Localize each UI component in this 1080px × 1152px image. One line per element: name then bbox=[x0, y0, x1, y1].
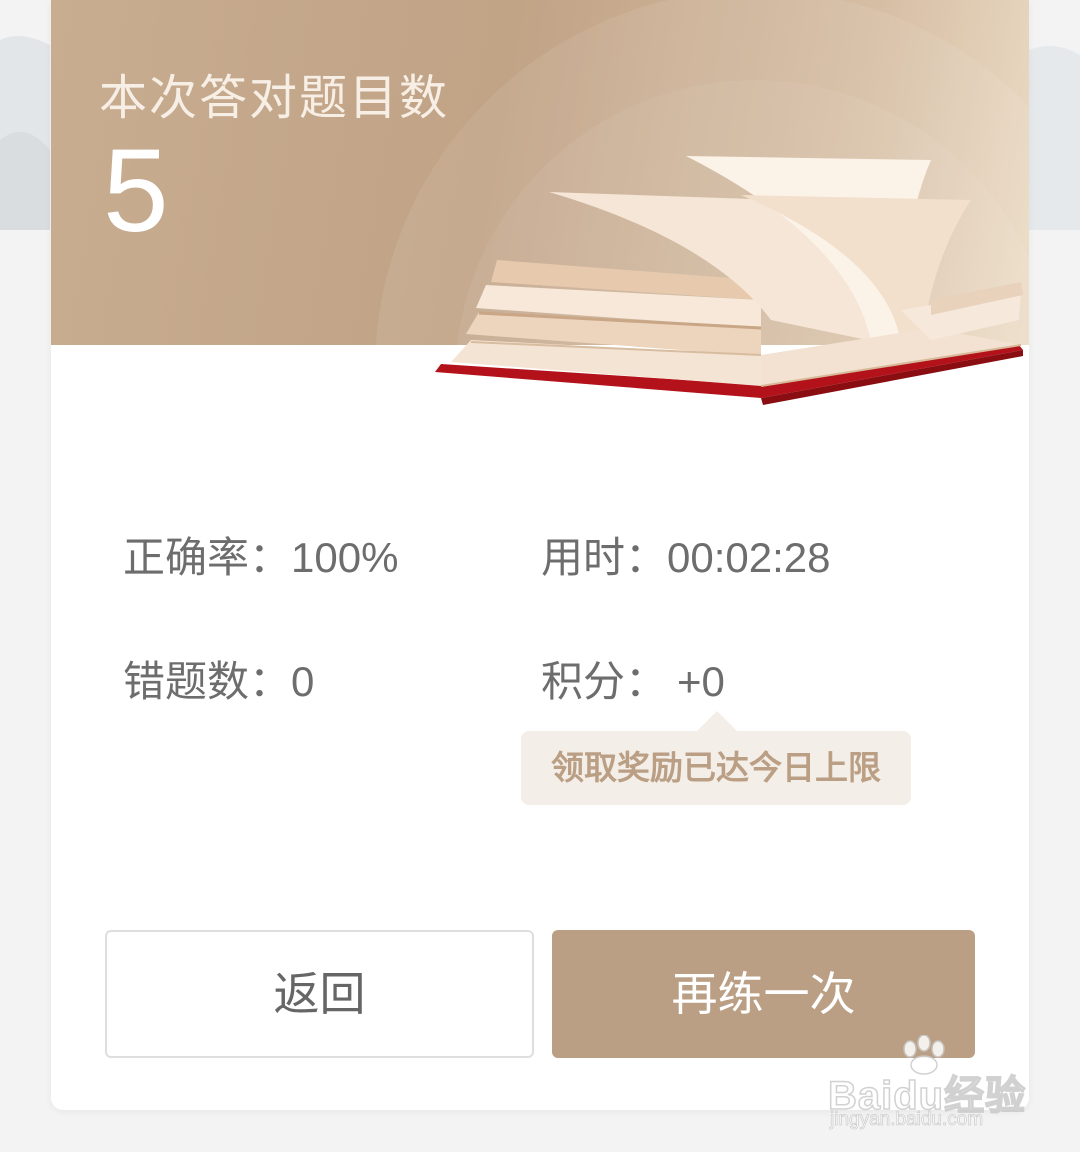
accuracy-stat: 正确率：100% bbox=[123, 524, 398, 585]
points-value: +0 bbox=[677, 658, 725, 705]
open-book-icon bbox=[435, 156, 1023, 405]
time-stat: 用时：00:02:28 bbox=[541, 524, 831, 585]
time-label: 用时： bbox=[541, 533, 668, 582]
correct-count-value: 5 bbox=[103, 125, 169, 257]
time-value: 00:02:28 bbox=[667, 534, 831, 581]
reward-limit-tooltip: 领取奖励已达今日上限 bbox=[521, 711, 911, 805]
accuracy-value: 100% bbox=[291, 534, 399, 581]
accuracy-label: 正确率： bbox=[123, 533, 292, 582]
practice-again-button[interactable]: 再练一次 bbox=[552, 930, 975, 1058]
wrong-label: 错题数： bbox=[123, 657, 292, 706]
result-card: 本次答对题目数 5 正确率：100% 用时：00:02:28 错题数：0 积分：… bbox=[51, 0, 1029, 1110]
correct-count-title: 本次答对题目数 bbox=[99, 70, 450, 126]
wrong-value: 0 bbox=[291, 658, 315, 705]
back-button[interactable]: 返回 bbox=[105, 930, 534, 1058]
points-label: 积分： bbox=[541, 657, 668, 706]
points-stat: 积分： +0 bbox=[541, 648, 725, 709]
wrong-stat: 错题数：0 bbox=[123, 648, 314, 709]
